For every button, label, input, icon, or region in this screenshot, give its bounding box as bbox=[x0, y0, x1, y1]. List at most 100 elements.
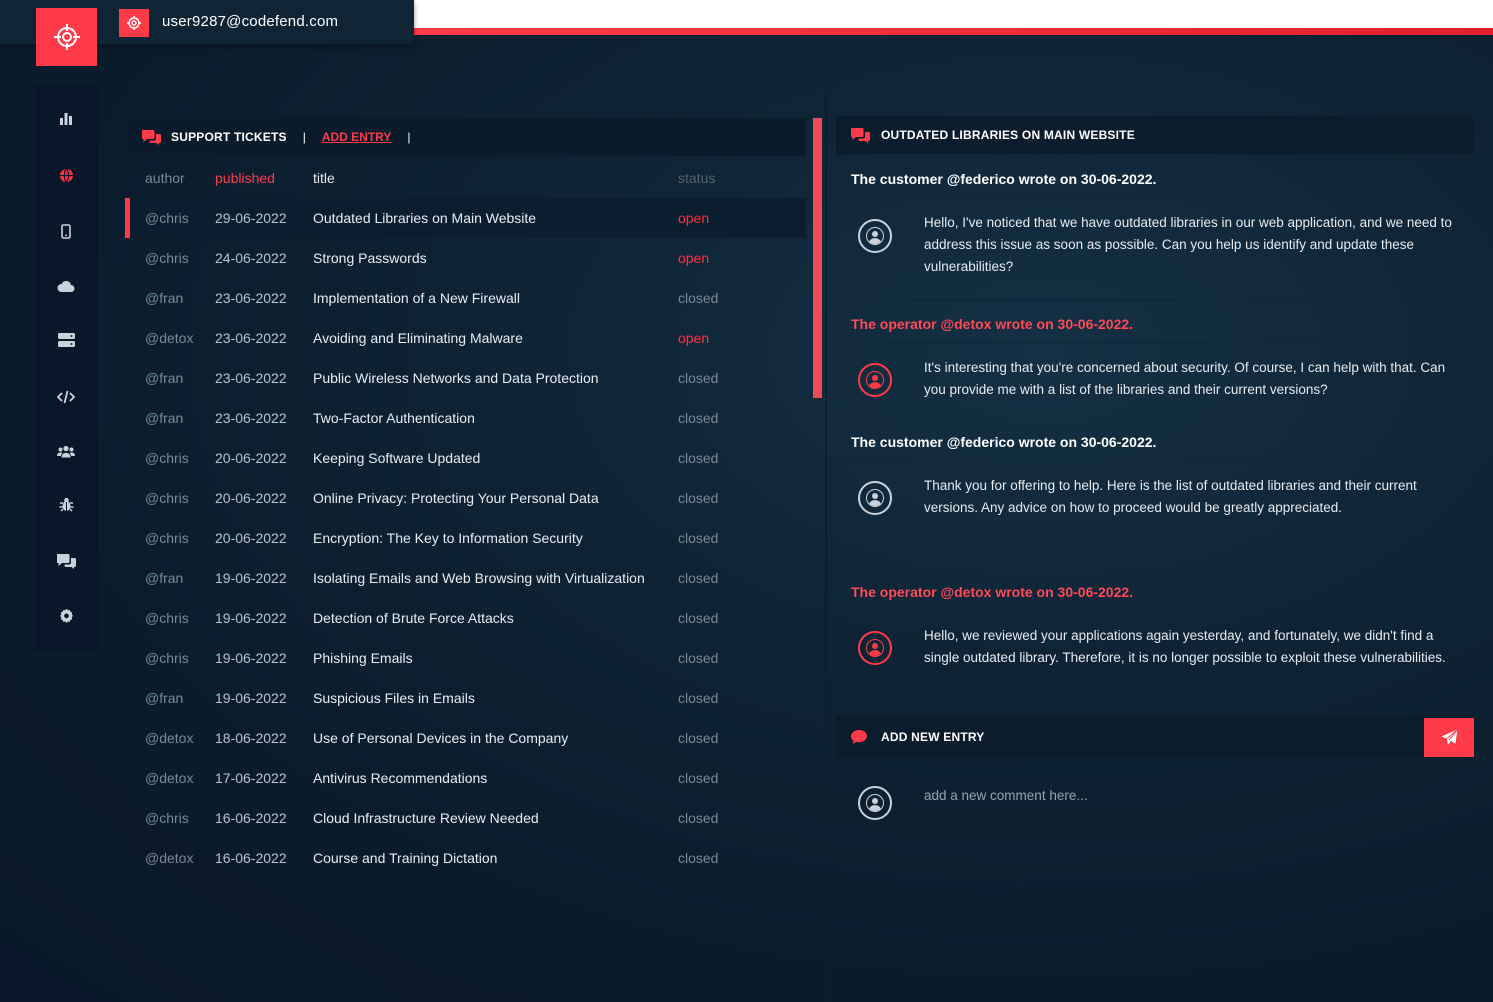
row-published-date: 20-06-2022 bbox=[215, 450, 287, 466]
row-published-date: 19-06-2022 bbox=[215, 570, 287, 586]
paper-plane-icon bbox=[1441, 729, 1458, 745]
panel-divider bbox=[825, 95, 827, 1002]
comment-input[interactable] bbox=[924, 780, 1464, 810]
row-published-date: 16-06-2022 bbox=[215, 810, 287, 826]
row-title: Course and Training Dictation bbox=[313, 850, 498, 866]
customer-avatar-icon bbox=[858, 481, 892, 515]
table-row[interactable]: @chris 24-06-2022 Strong Passwords open bbox=[124, 238, 806, 278]
row-status: closed bbox=[678, 850, 719, 866]
row-status: open bbox=[678, 330, 710, 346]
row-author: @chris bbox=[145, 250, 189, 266]
row-status: closed bbox=[678, 770, 719, 786]
ticket-detail-header: OUTDATED LIBRARIES ON MAIN WEBSITE bbox=[836, 116, 1474, 154]
row-status: closed bbox=[678, 370, 719, 386]
nav-item-issues[interactable] bbox=[34, 486, 98, 522]
row-title: Strong Passwords bbox=[313, 250, 427, 266]
message-text: Thank you for offering to help. Here is … bbox=[924, 478, 1417, 515]
selected-row-marker bbox=[125, 198, 130, 238]
row-author: @detox bbox=[145, 850, 194, 866]
message-author-line: The operator @detox wrote on 30-06-2022. bbox=[851, 316, 1134, 332]
column-header-author[interactable]: author bbox=[145, 170, 185, 186]
table-row[interactable]: @fran 23-06-2022 Two-Factor Authentication… bbox=[124, 398, 806, 438]
table-row[interactable]: @detox 23-06-2022 Avoiding and Eliminating… bbox=[124, 318, 806, 358]
server-icon bbox=[57, 333, 75, 347]
table-row[interactable]: @detox 16-06-2022 Course and Training Dict… bbox=[124, 838, 806, 878]
column-header-published[interactable]: published bbox=[215, 170, 275, 186]
send-comment-button[interactable] bbox=[1424, 718, 1474, 757]
table-row[interactable]: @fran 23-06-2022 Implementation of a New F… bbox=[124, 278, 806, 318]
add-entry-link[interactable]: ADD ENTRY bbox=[322, 130, 392, 144]
header-separator: | bbox=[302, 130, 306, 144]
current-user-avatar-icon bbox=[858, 786, 892, 820]
row-status: closed bbox=[678, 290, 719, 306]
table-row[interactable]: @chris 16-06-2022 Cloud Infrastructure Rev… bbox=[124, 798, 806, 838]
row-published-date: 23-06-2022 bbox=[215, 330, 287, 346]
table-row[interactable]: @chris 20-06-2022 Encryption: The Key to I… bbox=[124, 518, 806, 558]
row-title: Online Privacy: Protecting Your Personal… bbox=[313, 490, 599, 506]
nav-item-servers[interactable] bbox=[34, 322, 98, 358]
chat-icon bbox=[57, 554, 76, 569]
row-author: @chris bbox=[145, 610, 189, 626]
app-logo[interactable] bbox=[36, 8, 97, 66]
row-title: Use of Personal Devices in the Company bbox=[313, 730, 569, 746]
row-author: @detox bbox=[145, 730, 194, 746]
customer-avatar-icon bbox=[858, 219, 892, 253]
nav-item-dashboard[interactable] bbox=[34, 101, 98, 137]
table-row[interactable]: @detox 18-06-2022 Use of Personal Devices … bbox=[124, 718, 806, 758]
message-separator bbox=[836, 609, 1474, 610]
row-status: closed bbox=[678, 650, 719, 666]
table-row[interactable]: @detox 17-06-2022 Antivirus Recommendation… bbox=[124, 758, 806, 798]
add-entry-header: ADD NEW ENTRY bbox=[836, 716, 1474, 758]
nav-item-web[interactable] bbox=[34, 157, 98, 193]
gear-icon bbox=[59, 608, 73, 623]
nav-item-settings[interactable] bbox=[34, 597, 98, 633]
column-header-status[interactable]: status bbox=[678, 170, 715, 186]
row-title: Encryption: The Key to Information Secur… bbox=[313, 530, 583, 546]
row-published-date: 20-06-2022 bbox=[215, 530, 287, 546]
comment-icon bbox=[851, 730, 867, 744]
users-icon bbox=[57, 445, 75, 457]
crosshair-logo-icon bbox=[53, 24, 80, 50]
row-title: Phishing Emails bbox=[313, 650, 413, 666]
sidebar-nav bbox=[34, 84, 98, 652]
row-published-date: 19-06-2022 bbox=[215, 650, 287, 666]
table-row[interactable]: @fran 19-06-2022 Suspicious Files in Email… bbox=[124, 678, 806, 718]
row-status: closed bbox=[678, 490, 719, 506]
row-status: closed bbox=[678, 410, 719, 426]
row-published-date: 18-06-2022 bbox=[215, 730, 287, 746]
tickets-scrollbar[interactable] bbox=[813, 118, 822, 398]
row-title: Isolating Emails and Web Browsing with V… bbox=[313, 570, 645, 586]
row-title: Implementation of a New Firewall bbox=[313, 290, 520, 306]
nav-item-cloud[interactable] bbox=[34, 268, 98, 304]
message-author-line: The operator @detox wrote on 30-06-2022. bbox=[851, 584, 1134, 600]
tickets-title: SUPPORT TICKETS bbox=[171, 130, 287, 144]
row-title: Two-Factor Authentication bbox=[313, 410, 475, 426]
operator-avatar-icon bbox=[858, 631, 892, 665]
nav-item-source-code[interactable] bbox=[34, 379, 98, 415]
row-author: @detox bbox=[145, 770, 194, 786]
table-row[interactable]: @chris 20-06-2022 Online Privacy: Protecti… bbox=[124, 478, 806, 518]
top-strip bbox=[414, 0, 1493, 28]
row-author: @fran bbox=[145, 570, 184, 586]
header-separator: | bbox=[407, 130, 411, 144]
row-published-date: 23-06-2022 bbox=[215, 410, 287, 426]
bug-icon bbox=[59, 497, 73, 511]
column-header-title[interactable]: title bbox=[313, 170, 335, 186]
user-badge[interactable] bbox=[119, 9, 149, 37]
row-author: @fran bbox=[145, 290, 184, 306]
table-row[interactable]: @chris 20-06-2022 Keeping Software Updated… bbox=[124, 438, 806, 478]
message-text: It's interesting that you're concerned a… bbox=[924, 360, 1446, 397]
table-row[interactable]: @fran 23-06-2022 Public Wireless Networks … bbox=[124, 358, 806, 398]
mobile-icon bbox=[61, 223, 71, 239]
table-row[interactable]: @chris 19-06-2022 Phishing Emails closed bbox=[124, 638, 806, 678]
row-author: @chris bbox=[145, 530, 189, 546]
table-row[interactable]: @fran 19-06-2022 Isolating Emails and Web … bbox=[124, 558, 806, 598]
nav-item-social[interactable] bbox=[34, 433, 98, 469]
user-email[interactable]: user9287@codefend.com bbox=[162, 13, 338, 30]
message-text: Hello, I've noticed that we have outdate… bbox=[924, 215, 1452, 274]
table-row[interactable]: @chris 29-06-2022 Outdated Libraries on Ma… bbox=[124, 198, 806, 238]
table-row[interactable]: @chris 19-06-2022 Detection of Brute Force… bbox=[124, 598, 806, 638]
nav-item-support[interactable] bbox=[34, 543, 98, 579]
nav-item-mobile[interactable] bbox=[34, 213, 98, 249]
row-status: open bbox=[678, 210, 710, 226]
